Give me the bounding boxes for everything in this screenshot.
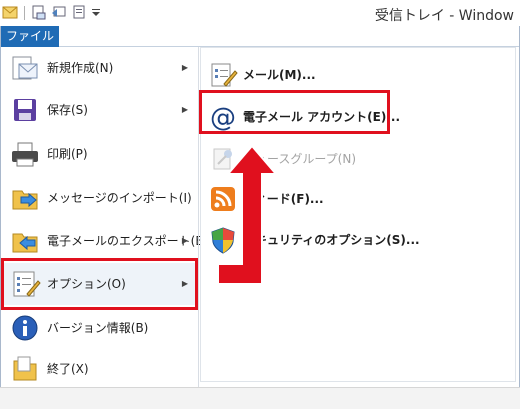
guide-arrow-icon: [217, 144, 279, 285]
